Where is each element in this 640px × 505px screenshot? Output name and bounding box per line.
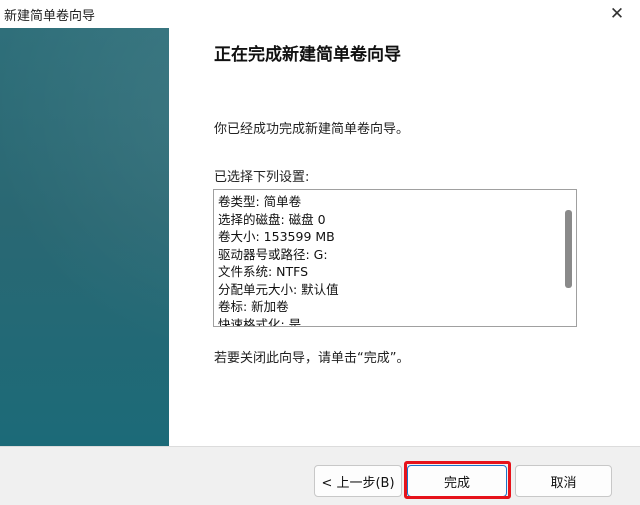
window-title: 新建简单卷向导	[4, 9, 96, 24]
setting-line: 快速格式化: 是	[218, 316, 302, 327]
title-bar: 新建简单卷向导 ✕	[0, 0, 640, 28]
finish-button[interactable]: 完成	[407, 465, 507, 497]
setting-line: 卷标: 新加卷	[218, 299, 289, 314]
settings-label: 已选择下列设置:	[214, 170, 310, 185]
settings-listbox[interactable]: 卷类型: 简单卷 选择的磁盘: 磁盘 0 卷大小: 153599 MB 驱动器号…	[213, 189, 577, 327]
close-button[interactable]: ✕	[594, 0, 640, 28]
page-title: 正在完成新建简单卷向导	[214, 45, 401, 65]
wizard-side-panel	[0, 28, 169, 446]
settings-lines: 卷类型: 简单卷 选择的磁盘: 磁盘 0 卷大小: 153599 MB 驱动器号…	[218, 193, 558, 327]
cancel-button[interactable]: 取消	[515, 465, 612, 497]
close-hint-text: 若要关闭此向导，请单击“完成”。	[214, 351, 410, 366]
vertical-scrollbar[interactable]	[562, 192, 574, 324]
close-icon: ✕	[609, 4, 625, 24]
scrollbar-thumb[interactable]	[565, 210, 572, 288]
setting-line: 驱动器号或路径: G:	[218, 246, 328, 262]
setting-line: 分配单元大小: 默认值	[218, 281, 339, 297]
success-message: 你已经成功完成新建简单卷向导。	[214, 122, 410, 137]
setting-line: 选择的磁盘: 磁盘 0	[218, 211, 326, 227]
setting-line: 卷大小: 153599 MB	[218, 229, 335, 244]
setting-line: 卷类型: 简单卷	[218, 194, 302, 209]
back-button[interactable]: < 上一步(B)	[314, 465, 402, 497]
setting-line: 文件系统: NTFS	[218, 264, 309, 279]
